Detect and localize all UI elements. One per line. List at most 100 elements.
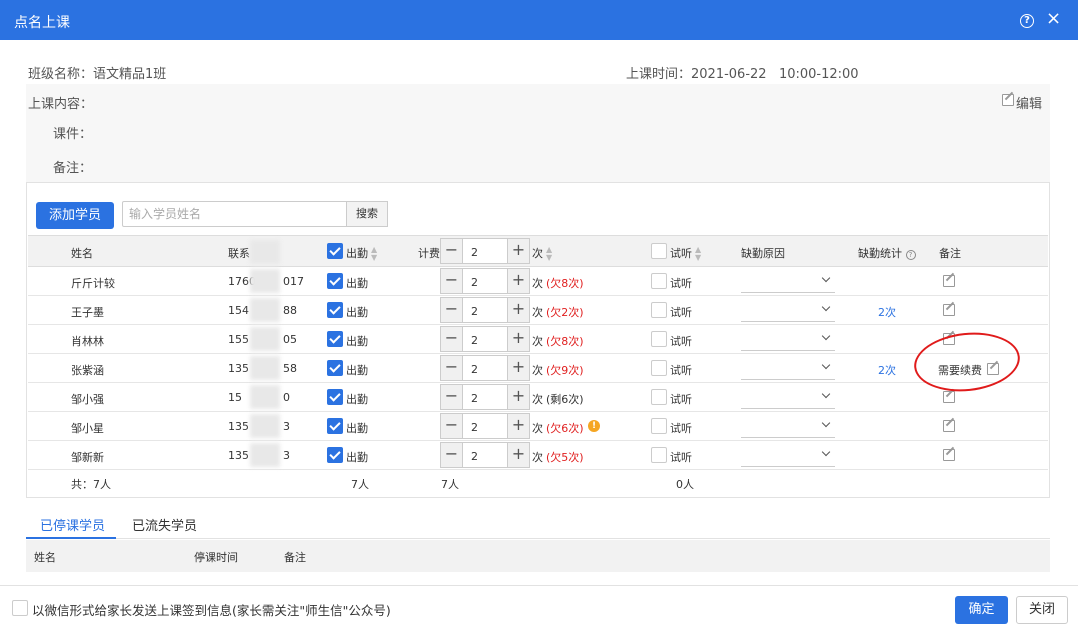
tab-lost-students[interactable]: 已流失学员: [132, 515, 197, 534]
phone-suffix: 58: [283, 362, 297, 375]
charge-stepper[interactable]: − 2 +: [440, 355, 530, 381]
table-row: 张紫涵 135 58 出勤 − 2 + 次 (欠9次) 试听 2次 需要续费: [28, 354, 1048, 383]
lesson-balance: (欠9次): [546, 364, 584, 377]
lesson-balance: (欠6次): [546, 422, 584, 435]
trial-checkbox[interactable]: [651, 389, 667, 405]
attend-checkbox[interactable]: [327, 418, 343, 434]
plus-icon[interactable]: +: [507, 385, 529, 409]
absence-reason-select[interactable]: [741, 414, 835, 438]
edit-remark-icon[interactable]: [943, 420, 955, 432]
absence-reason-select[interactable]: [741, 385, 835, 409]
absence-reason-select[interactable]: [741, 269, 835, 293]
confirm-button[interactable]: 确定: [955, 596, 1008, 624]
attend-all-checkbox[interactable]: [327, 243, 343, 259]
times-label: 次: [532, 335, 543, 348]
header-times: 次 ▲ ▼: [532, 245, 553, 262]
charge-stepper[interactable]: − 2 +: [440, 413, 530, 439]
minus-icon[interactable]: −: [441, 385, 463, 409]
lesson-balance: (欠8次): [546, 277, 584, 290]
chevron-down-icon: [821, 389, 831, 399]
absence-reason-select[interactable]: [741, 327, 835, 351]
wechat-notify-label: 以微信形式给家长发送上课签到信息(家长需关注"师生信"公众号): [32, 603, 391, 618]
edit-remark-icon[interactable]: [943, 275, 955, 287]
close-icon[interactable]: ×: [1046, 9, 1061, 29]
content-label: 上课内容：: [28, 97, 94, 112]
charge-stepper[interactable]: − 2 +: [440, 297, 530, 323]
phone-suffix: 0: [283, 391, 290, 404]
chevron-down-icon: [821, 273, 831, 283]
charge-stepper[interactable]: − 2 +: [440, 384, 530, 410]
attend-label: 出勤: [346, 393, 368, 406]
minus-icon[interactable]: −: [441, 327, 463, 351]
trial-checkbox[interactable]: [651, 447, 667, 463]
absence-reason-select[interactable]: [741, 443, 835, 467]
chevron-down-icon: [821, 447, 831, 457]
table-row: 斤斤计较 1760 017 出勤 − 2 + 次 (欠8次) 试听: [28, 267, 1048, 296]
add-student-button[interactable]: 添加学员: [36, 202, 114, 229]
phone-suffix: 017: [283, 275, 304, 288]
tab-stopped-students[interactable]: 已停课学员: [40, 515, 105, 534]
plus-icon[interactable]: +: [507, 269, 529, 293]
minus-icon[interactable]: −: [441, 414, 463, 438]
edit-label[interactable]: 编辑: [1016, 93, 1042, 112]
student-name: 邹小强: [71, 393, 104, 406]
charge-stepper[interactable]: − 2 +: [440, 326, 530, 352]
trial-checkbox[interactable]: [651, 418, 667, 434]
search-button[interactable]: 搜索: [346, 201, 388, 227]
absence-reason-select[interactable]: [741, 356, 835, 380]
attend-checkbox[interactable]: [327, 389, 343, 405]
privacy-blur: [250, 298, 280, 322]
student-search-input[interactable]: [122, 201, 347, 227]
attend-label: 出勤: [346, 306, 368, 319]
times-label: 次: [532, 451, 543, 464]
header-trial: 试听 ▲ ▼: [670, 245, 702, 262]
table-header: 姓名 联系 出勤 ▲ ▼ 计费 − 2 + 次 ▲ ▼ 试听 ▲ ▼ 缺勤原因 缺勤统计 ?…: [28, 235, 1048, 267]
trial-label: 试听: [670, 277, 692, 290]
absence-reason-select[interactable]: [741, 298, 835, 322]
attend-checkbox[interactable]: [327, 331, 343, 347]
minus-icon[interactable]: −: [441, 269, 463, 293]
plus-icon[interactable]: +: [507, 298, 529, 322]
attend-checkbox[interactable]: [327, 302, 343, 318]
absence-stats-link[interactable]: 2次: [878, 362, 896, 378]
plus-icon[interactable]: +: [507, 239, 529, 263]
plus-icon[interactable]: +: [507, 327, 529, 351]
minus-icon[interactable]: −: [441, 443, 463, 467]
trial-checkbox[interactable]: [651, 360, 667, 376]
table-row: 王子墨 154 88 出勤 − 2 + 次 (欠2次) 试听 2次: [28, 296, 1048, 325]
minus-icon[interactable]: −: [441, 356, 463, 380]
charge-stepper[interactable]: − 2 +: [440, 268, 530, 294]
warning-icon: !: [588, 420, 600, 432]
charge-stepper[interactable]: − 2 +: [440, 442, 530, 468]
plus-icon[interactable]: +: [507, 414, 529, 438]
header-charge: 计费: [418, 247, 440, 260]
privacy-blur: [250, 443, 280, 467]
help-icon[interactable]: ?: [1020, 14, 1034, 28]
edit-remark-icon[interactable]: [943, 391, 955, 403]
edit-content-button[interactable]: [1002, 94, 1014, 106]
minus-icon[interactable]: −: [441, 298, 463, 322]
wechat-notify-checkbox[interactable]: [12, 600, 28, 616]
trial-checkbox[interactable]: [651, 273, 667, 289]
close-button[interactable]: 关闭: [1016, 596, 1068, 624]
lesson-balance: (欠8次): [546, 335, 584, 348]
attend-checkbox[interactable]: [327, 360, 343, 376]
courseware-label: 课件：: [53, 127, 93, 142]
header-attend: 出勤 ▲ ▼: [346, 245, 378, 262]
plus-icon[interactable]: +: [507, 356, 529, 380]
edit-remark-icon[interactable]: [943, 304, 955, 316]
attend-checkbox[interactable]: [327, 447, 343, 463]
attend-checkbox[interactable]: [327, 273, 343, 289]
minus-icon[interactable]: −: [441, 239, 463, 263]
trial-label: 试听: [670, 306, 692, 319]
trial-checkbox[interactable]: [651, 302, 667, 318]
charge-all-stepper[interactable]: − 2 +: [440, 238, 530, 264]
plus-icon[interactable]: +: [507, 443, 529, 467]
dialog-footer: 以微信形式给家长发送上课签到信息(家长需关注"师生信"公众号) 确定 关闭: [0, 585, 1078, 631]
edit-remark-icon[interactable]: [943, 449, 955, 461]
chevron-down-icon: [821, 360, 831, 370]
trial-all-checkbox[interactable]: [651, 243, 667, 259]
content-panel: [26, 84, 1050, 182]
trial-checkbox[interactable]: [651, 331, 667, 347]
absence-stats-link[interactable]: 2次: [878, 304, 896, 320]
